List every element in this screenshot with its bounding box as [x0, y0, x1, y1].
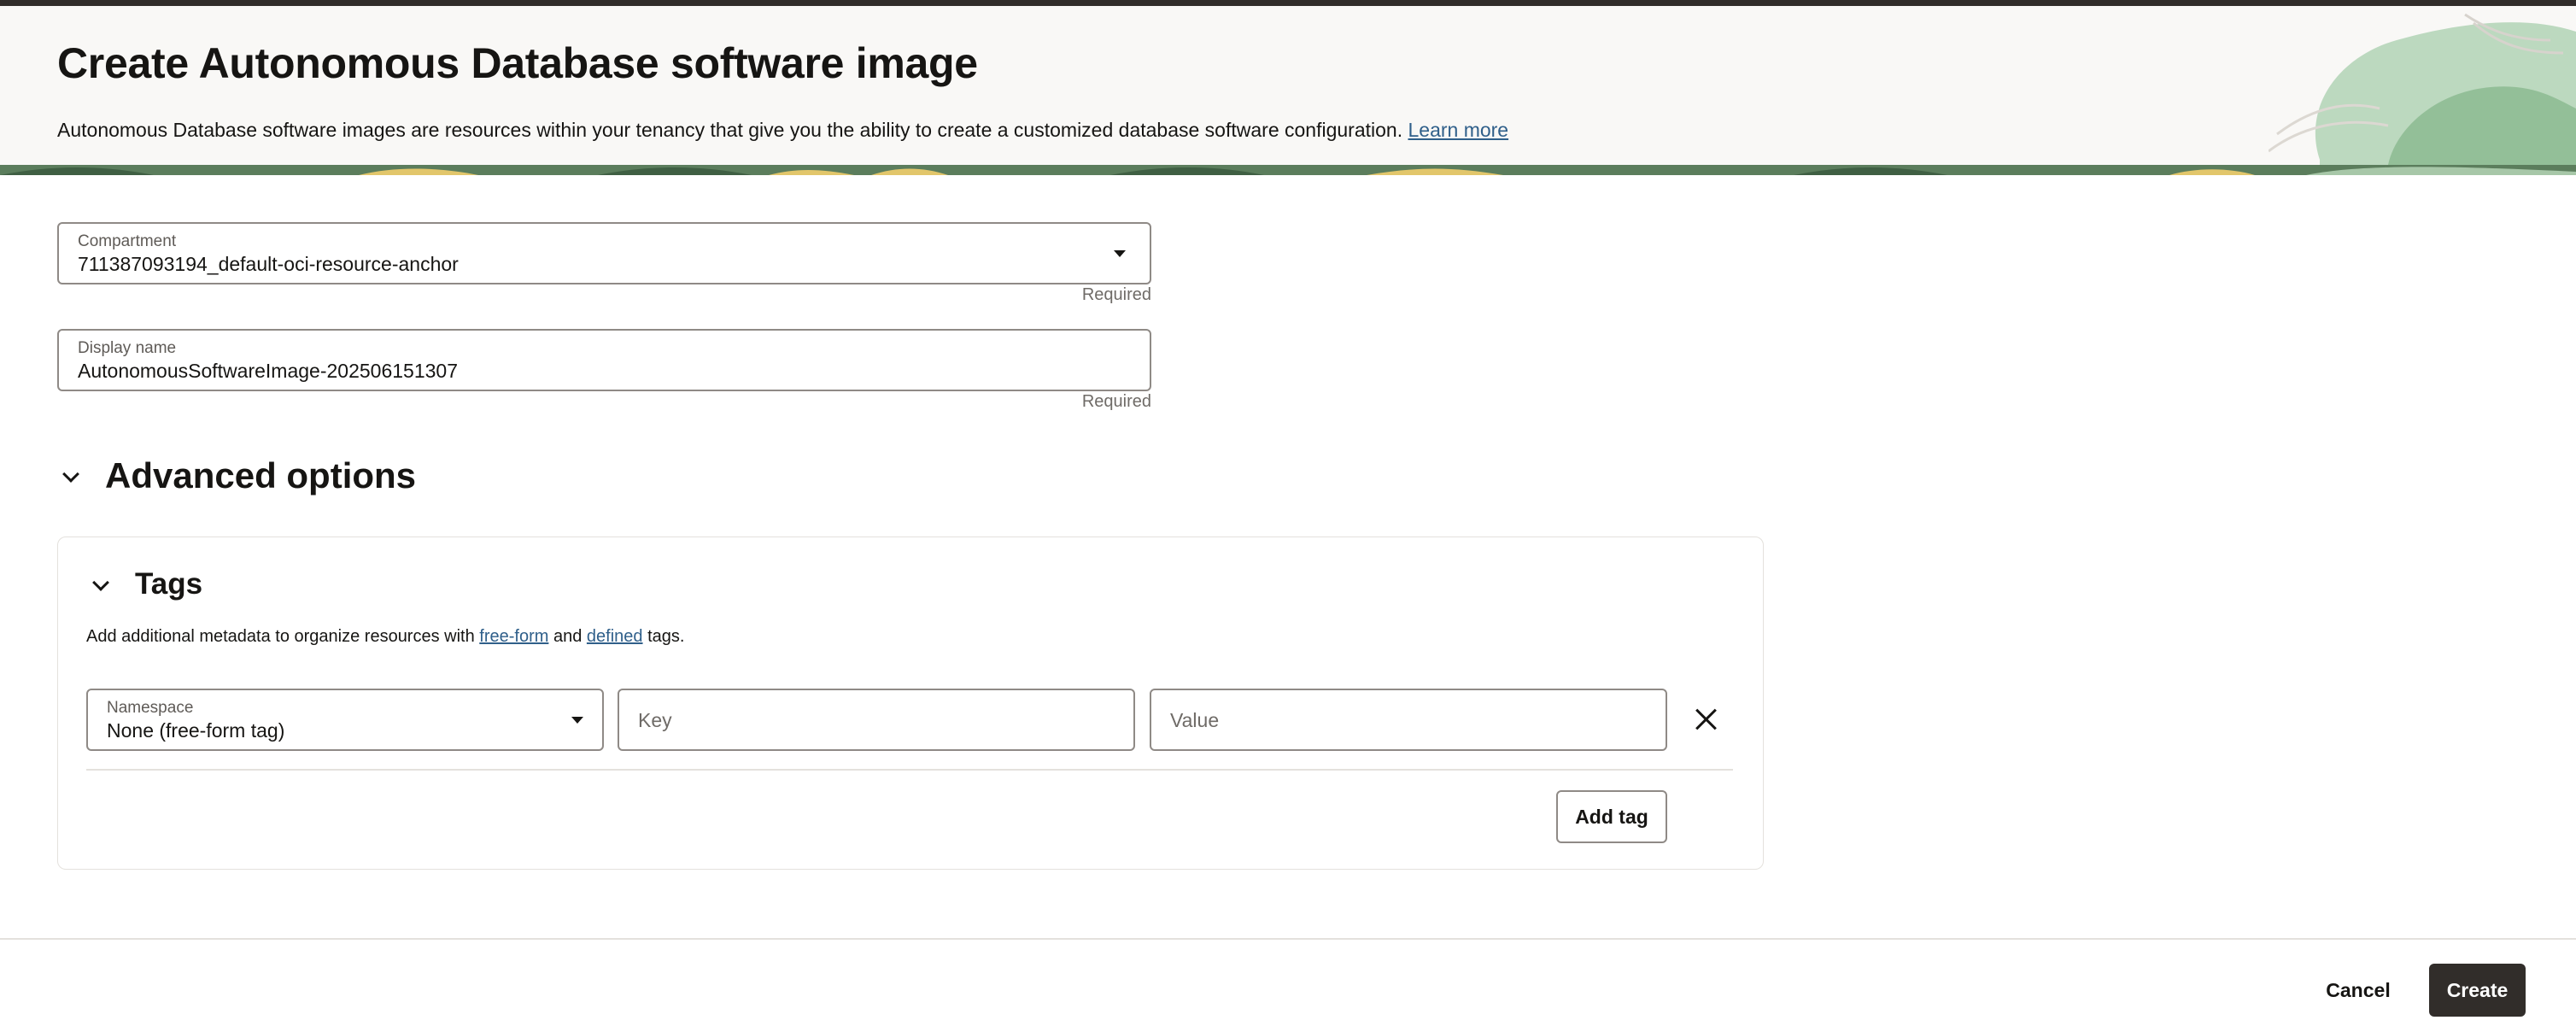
namespace-value: None (free-form tag) [107, 719, 285, 742]
header-band [0, 165, 2576, 175]
add-tag-button[interactable]: Add tag [1556, 790, 1667, 843]
value-placeholder: Value [1170, 709, 1220, 731]
tags-divider [86, 769, 1733, 771]
top-bar [0, 0, 2576, 6]
free-form-link[interactable]: free-form [479, 627, 548, 646]
chevron-down-icon[interactable] [62, 466, 79, 483]
key-placeholder: Key [638, 709, 672, 731]
tags-description: Add additional metadata to organize reso… [86, 627, 684, 647]
tags-desc-prefix: Add additional metadata to organize reso… [86, 627, 475, 646]
tags-title[interactable]: Tags [135, 567, 202, 601]
defined-link[interactable]: defined [587, 627, 643, 646]
advanced-options-title[interactable]: Advanced options [105, 455, 416, 496]
display-name-required: Required [1081, 392, 1151, 411]
caret-down-icon [1114, 250, 1126, 257]
caret-down-icon [571, 717, 583, 724]
description-text: Autonomous Database software images are … [57, 119, 1403, 141]
display-name-input[interactable]: Display name AutonomousSoftwareImage-202… [57, 329, 1151, 391]
tag-key-input[interactable]: Key [618, 689, 1135, 751]
compartment-value: 711387093194_default-oci-resource-anchor [78, 253, 459, 275]
cancel-button[interactable]: Cancel [2311, 964, 2405, 1017]
display-name-label: Display name [78, 339, 177, 357]
footer-divider [0, 938, 2576, 940]
namespace-select[interactable]: Namespace None (free-form tag) [86, 689, 604, 751]
compartment-label: Compartment [78, 232, 177, 250]
learn-more-link[interactable]: Learn more [1408, 119, 1508, 141]
create-button[interactable]: Create [2429, 964, 2526, 1017]
page-header: Create Autonomous Database software imag… [0, 6, 2576, 165]
tag-value-input[interactable]: Value [1150, 689, 1667, 751]
close-icon[interactable] [1695, 707, 1718, 731]
band-pattern [0, 165, 2576, 175]
header-decoration [2269, 13, 2576, 165]
compartment-required: Required [1081, 285, 1151, 304]
tags-desc-suffix: tags. [647, 627, 685, 646]
display-name-value: AutonomousSoftwareImage-202506151307 [78, 360, 458, 382]
compartment-select[interactable]: Compartment 711387093194_default-oci-res… [57, 222, 1151, 284]
namespace-label: Namespace [107, 699, 194, 717]
page-title: Create Autonomous Database software imag… [57, 39, 978, 87]
page-description: Autonomous Database software images are … [57, 115, 1508, 144]
tags-desc-and: and [553, 627, 583, 646]
